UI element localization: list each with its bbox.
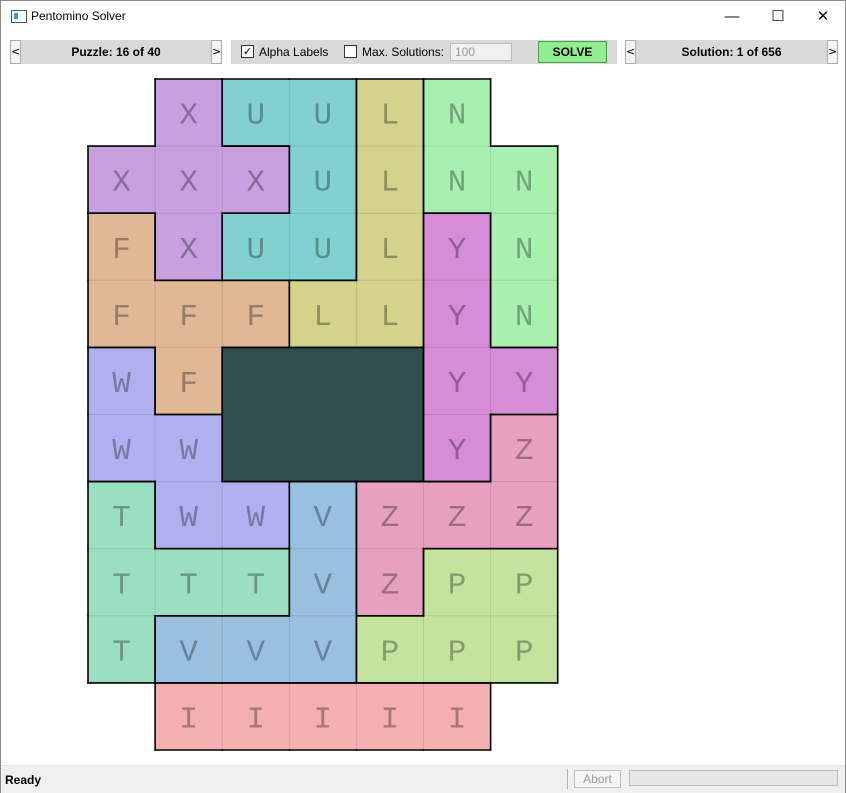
cell-label-y: Y <box>448 233 467 268</box>
cell-label-p: P <box>381 635 400 670</box>
cell-label-u: U <box>314 99 333 134</box>
cell-label-n: N <box>515 300 534 335</box>
cell-label-w: W <box>112 367 131 402</box>
status-text: Ready <box>5 773 42 787</box>
cell-label-i: I <box>448 702 467 737</box>
board-hole-cell <box>222 414 290 483</box>
cell-label-n: N <box>515 233 534 268</box>
cell-label-n: N <box>448 166 467 201</box>
cell-label-p: P <box>515 635 534 670</box>
cell-label-v: V <box>246 635 265 670</box>
cell-label-l: L <box>381 300 400 335</box>
cell-label-p: P <box>515 568 534 603</box>
cell-label-f: F <box>179 300 198 335</box>
cell-label-v: V <box>314 635 333 670</box>
cell-label-y: Y <box>448 367 467 402</box>
cell-label-z: Z <box>515 434 534 469</box>
cell-label-f: F <box>179 367 198 402</box>
cell-label-f: F <box>112 300 131 335</box>
cell-label-t: T <box>112 635 131 670</box>
cell-label-z: Z <box>381 501 400 536</box>
board-hole-cell <box>356 347 425 416</box>
cell-label-p: P <box>448 635 467 670</box>
cell-label-f: F <box>112 233 131 268</box>
cell-label-n: N <box>448 99 467 134</box>
board-hole-cell <box>356 414 425 483</box>
puzzle-board: X U U L NX X X U L N NF X U U L Y NF F F L L Y NW F Y YW W Y ZT W W V Z Z… <box>87 78 559 751</box>
cell-label-y: Y <box>515 367 534 402</box>
cell-label-l: L <box>314 300 333 335</box>
cell-label-x: X <box>112 166 131 201</box>
cell-label-x: X <box>179 99 198 134</box>
cell-label-v: V <box>179 635 198 670</box>
cell-label-v: V <box>314 568 333 603</box>
cell-label-w: W <box>112 434 131 469</box>
cell-label-l: L <box>381 99 400 134</box>
cell-label-y: Y <box>448 434 467 469</box>
status-bar: Ready Abort <box>1 765 845 793</box>
cell-label-v: V <box>314 501 333 536</box>
cell-label-i: I <box>314 702 333 737</box>
progress-bar <box>629 770 838 786</box>
cell-label-t: T <box>246 568 265 603</box>
cell-label-x: X <box>179 166 198 201</box>
cell-label-i: I <box>179 702 198 737</box>
cell-label-z: Z <box>515 501 534 536</box>
cell-label-l: L <box>381 166 400 201</box>
status-separator <box>567 769 568 789</box>
board-hole-cell <box>222 347 290 416</box>
cell-label-i: I <box>381 702 400 737</box>
board-hole-cell <box>289 347 357 416</box>
app-window: Pentomino Solver — ☐ ✕ < Puzzle: 16 of 4… <box>0 0 846 793</box>
cell-label-u: U <box>314 166 333 201</box>
cell-label-x: X <box>246 166 265 201</box>
cell-label-t: T <box>112 568 131 603</box>
cell-label-i: I <box>246 702 265 737</box>
cell-label-u: U <box>246 233 265 268</box>
cell-label-p: P <box>448 568 467 603</box>
cell-label-n: N <box>515 166 534 201</box>
cell-label-w: W <box>246 501 265 536</box>
cell-label-w: W <box>179 434 198 469</box>
cell-label-u: U <box>314 233 333 268</box>
cell-label-y: Y <box>448 300 467 335</box>
cell-label-z: Z <box>448 501 467 536</box>
cell-label-t: T <box>179 568 198 603</box>
cell-label-w: W <box>179 501 198 536</box>
board-hole-cell <box>289 414 357 483</box>
abort-button[interactable]: Abort <box>574 770 621 788</box>
cell-label-t: T <box>112 501 131 536</box>
cell-label-u: U <box>246 99 265 134</box>
cell-label-x: X <box>179 233 198 268</box>
cell-label-f: F <box>246 300 265 335</box>
cell-label-z: Z <box>381 568 400 603</box>
cell-label-l: L <box>381 233 400 268</box>
